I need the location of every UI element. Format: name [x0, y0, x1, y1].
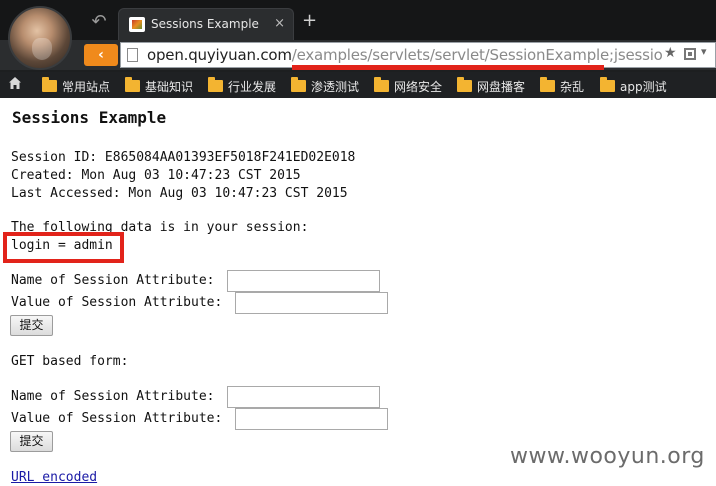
folder-icon	[457, 77, 472, 92]
last-accessed-text: Last Accessed: Mon Aug 03 10:47:23 CST 2…	[11, 186, 348, 201]
tab-sessions-example[interactable]: Sessions Example ×	[118, 8, 294, 40]
bookmark-star-icon[interactable]: ★	[664, 45, 677, 61]
submit-button[interactable]: 提交	[10, 315, 53, 336]
tab-close-icon[interactable]: ×	[274, 16, 285, 31]
bookmark-item[interactable]: 渗透测试	[291, 77, 360, 94]
watermark-text: www.wooyun.org	[510, 444, 705, 469]
get-form-label: GET based form:	[11, 354, 129, 369]
user-avatar[interactable]	[8, 6, 72, 70]
get-submit-button[interactable]: 提交	[10, 431, 53, 452]
address-path: /examples/servlets/servlet/SessionExampl…	[291, 46, 672, 64]
url-highlight-mark	[292, 65, 604, 70]
tab-title: Sessions Example	[151, 17, 259, 31]
bookmark-item[interactable]: 杂乱	[540, 77, 585, 94]
get-name-attribute-input[interactable]	[227, 386, 380, 408]
tab-favicon-icon	[129, 17, 145, 32]
bookmark-item[interactable]: 网络安全	[374, 77, 443, 94]
folder-icon	[42, 77, 57, 92]
name-attribute-label: Name of Session Attribute:	[11, 273, 215, 288]
chevron-down-icon[interactable]: ▾	[701, 45, 707, 58]
bookmark-item[interactable]: 网盘播客	[457, 77, 526, 94]
highlight-box	[3, 232, 124, 263]
bookmark-label: 渗透测试	[311, 79, 360, 94]
bookmark-label: 行业发展	[228, 79, 277, 94]
bookmark-label: 杂乱	[560, 79, 585, 94]
forward-button[interactable]: ‹	[84, 44, 118, 66]
value-attribute-label: Value of Session Attribute:	[11, 411, 223, 426]
folder-icon	[540, 77, 555, 92]
name-attribute-label: Name of Session Attribute:	[11, 389, 215, 404]
folder-icon	[291, 77, 306, 92]
bookmark-item[interactable]: app测试	[600, 77, 667, 94]
address-host: open.quyiyuan.com	[147, 46, 292, 64]
bookmark-label: 常用站点	[62, 79, 111, 94]
bookmark-label: 基础知识	[145, 79, 194, 94]
name-attribute-input[interactable]	[227, 270, 380, 292]
get-value-attribute-input[interactable]	[235, 408, 388, 430]
created-text: Created: Mon Aug 03 10:47:23 CST 2015	[11, 168, 301, 183]
folder-icon	[125, 77, 140, 92]
value-attribute-label: Value of Session Attribute:	[11, 295, 223, 310]
page-content: Sessions Example Session ID: E865084AA01…	[0, 98, 716, 486]
page-icon	[127, 48, 138, 62]
folder-icon	[374, 77, 389, 92]
bookmark-label: 网络安全	[394, 79, 443, 94]
folder-icon	[600, 77, 615, 92]
bookmark-item[interactable]: 基础知识	[125, 77, 194, 94]
session-id-text: Session ID: E865084AA01393EF5018F241ED02…	[11, 150, 356, 165]
url-encoded-link[interactable]: URL encoded	[11, 470, 97, 485]
qr-code-icon[interactable]	[684, 48, 696, 60]
folder-icon	[208, 77, 223, 92]
home-icon[interactable]	[8, 76, 22, 90]
new-tab-button[interactable]: +	[302, 12, 317, 30]
bookmark-label: app测试	[620, 79, 667, 94]
value-attribute-input[interactable]	[235, 292, 388, 314]
bookmark-label: 网盘播客	[477, 79, 526, 94]
address-text: open.quyiyuan.com/examples/servlets/serv…	[147, 46, 672, 64]
bookmark-item[interactable]: 行业发展	[208, 77, 277, 94]
page-title: Sessions Example	[12, 108, 167, 127]
bookmark-item[interactable]: 常用站点	[42, 77, 111, 94]
back-button[interactable]: ↶	[86, 12, 112, 32]
